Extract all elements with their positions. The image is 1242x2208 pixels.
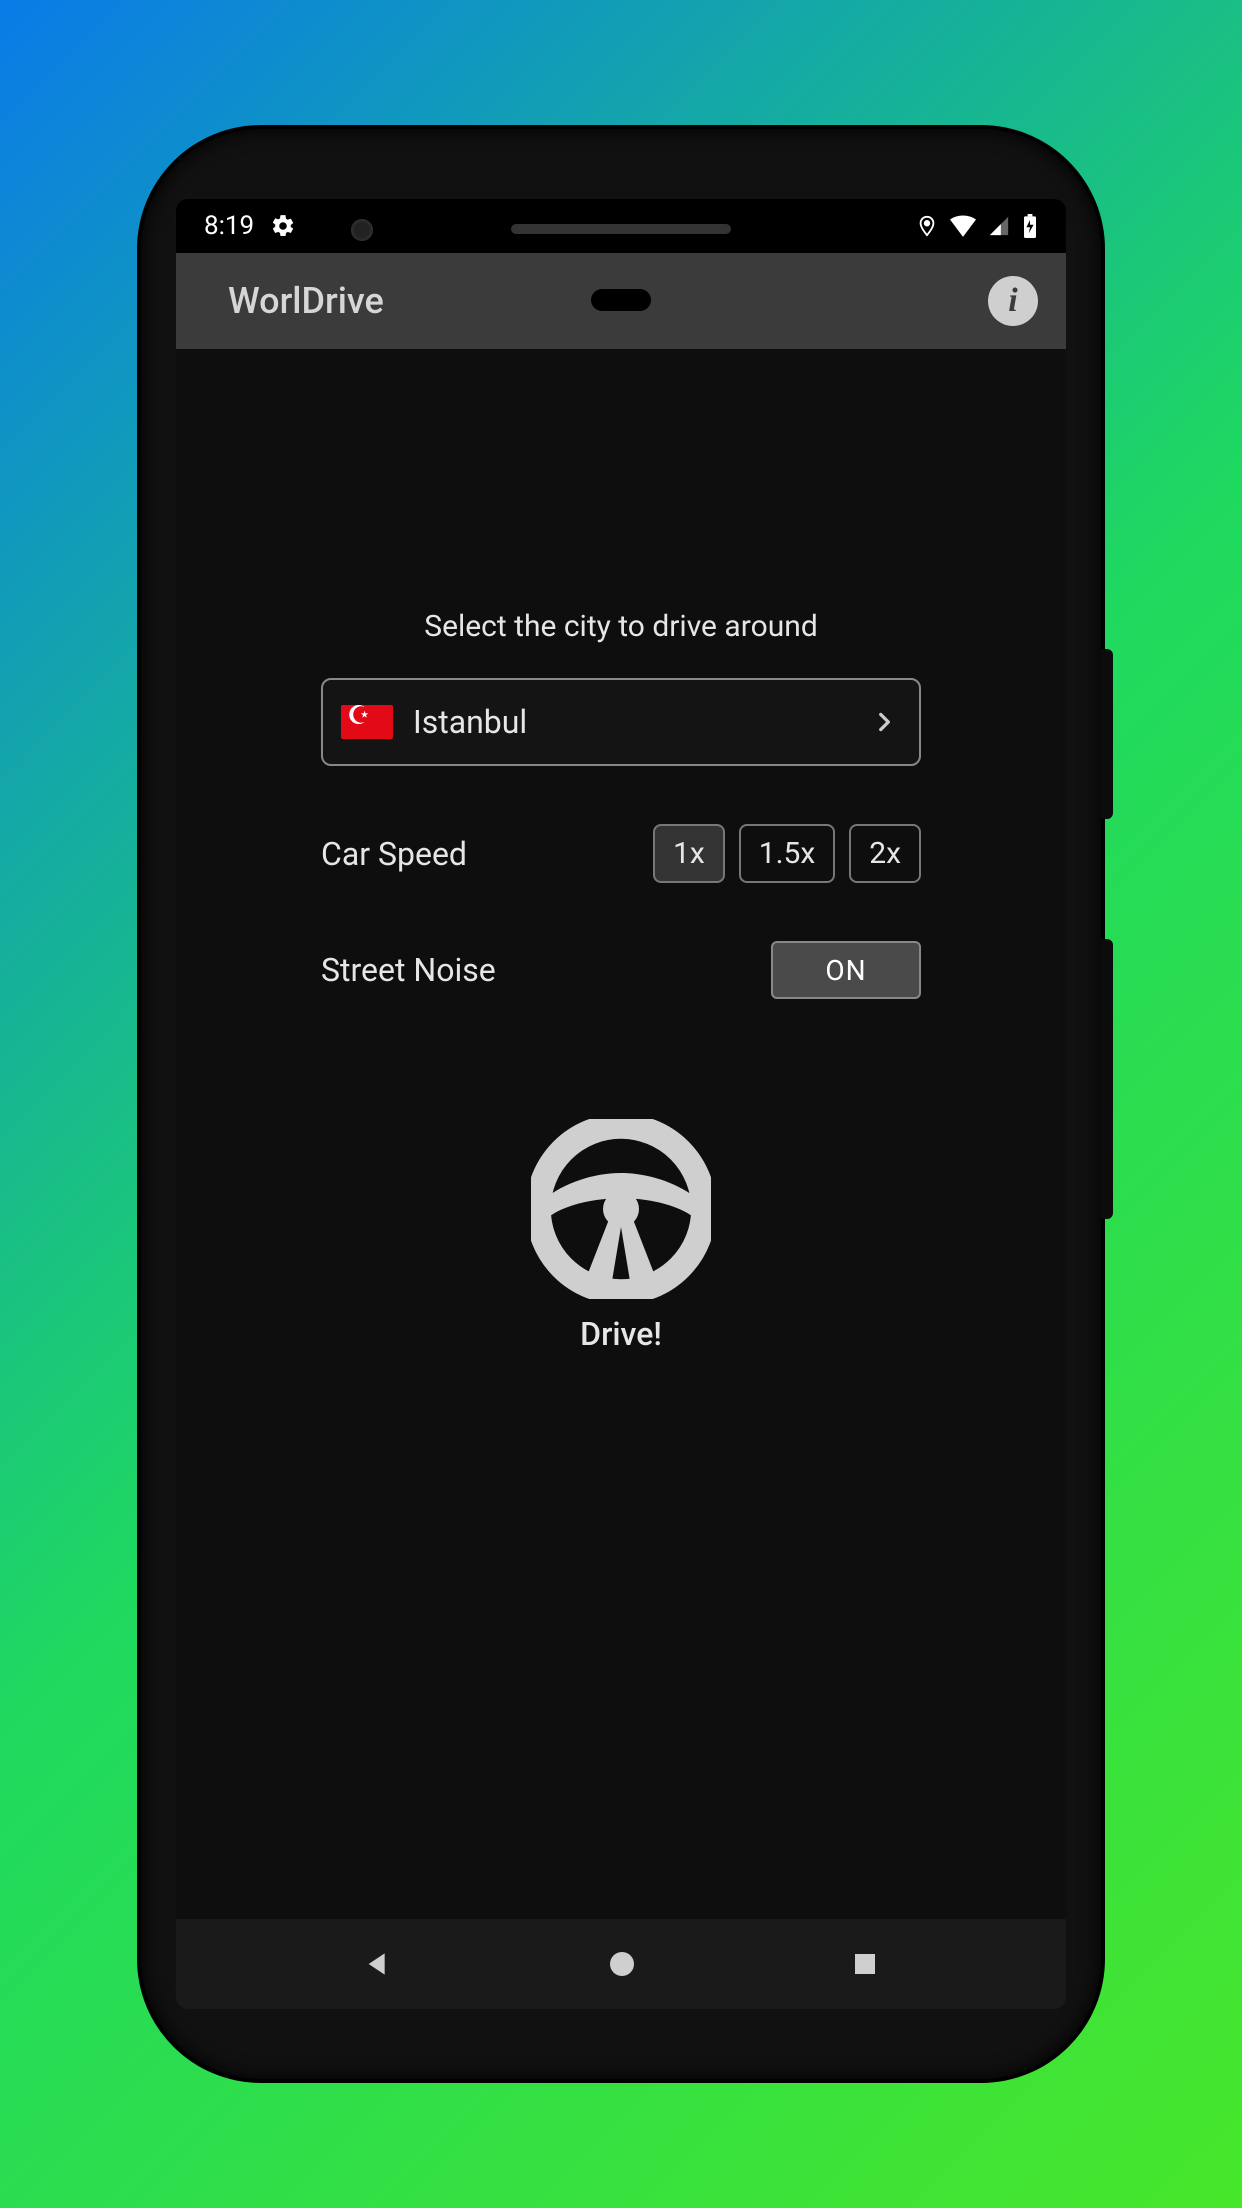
screen: 8:19 WorlDri [176,199,1066,2009]
speed-row: Car Speed 1x 1.5x 2x [321,824,921,883]
app-bar: WorlDrive i [176,253,1066,349]
wifi-icon [950,215,976,237]
speed-option-1x[interactable]: 1x [653,824,725,883]
location-icon [916,215,938,237]
back-button[interactable] [362,1948,394,1980]
turkey-flag-icon [341,705,393,739]
status-time: 8:19 [204,211,254,241]
recents-button[interactable] [850,1949,880,1979]
phone-side-button [1101,939,1113,1219]
battery-icon [1022,214,1038,238]
phone-camera [351,219,373,241]
signal-icon [988,215,1010,237]
city-prompt: Select the city to drive around [424,609,818,644]
drive-label: Drive! [580,1315,662,1353]
info-button[interactable]: i [988,276,1038,326]
chevron-right-icon [871,709,897,735]
navigation-bar [176,1919,1066,2009]
speed-option-1-5x[interactable]: 1.5x [739,824,836,883]
street-noise-toggle[interactable]: ON [771,941,921,999]
phone-side-button [1101,649,1113,819]
phone-speaker [511,224,731,234]
noise-row: Street Noise ON [321,941,921,999]
steering-wheel-icon [531,1119,711,1299]
app-title: WorlDrive [228,280,384,322]
home-button[interactable] [606,1948,638,1980]
main-content: Select the city to drive around Istanbul… [176,349,1066,1919]
drive-button[interactable]: Drive! [531,1119,711,1353]
speed-options: 1x 1.5x 2x [653,824,921,883]
phone-frame: 8:19 WorlDri [141,129,1101,2079]
selected-city: Istanbul [413,703,851,741]
speed-option-2x[interactable]: 2x [849,824,921,883]
city-selector[interactable]: Istanbul [321,678,921,766]
speed-label: Car Speed [321,835,467,873]
noise-label: Street Noise [321,951,496,989]
gear-icon [270,213,296,239]
